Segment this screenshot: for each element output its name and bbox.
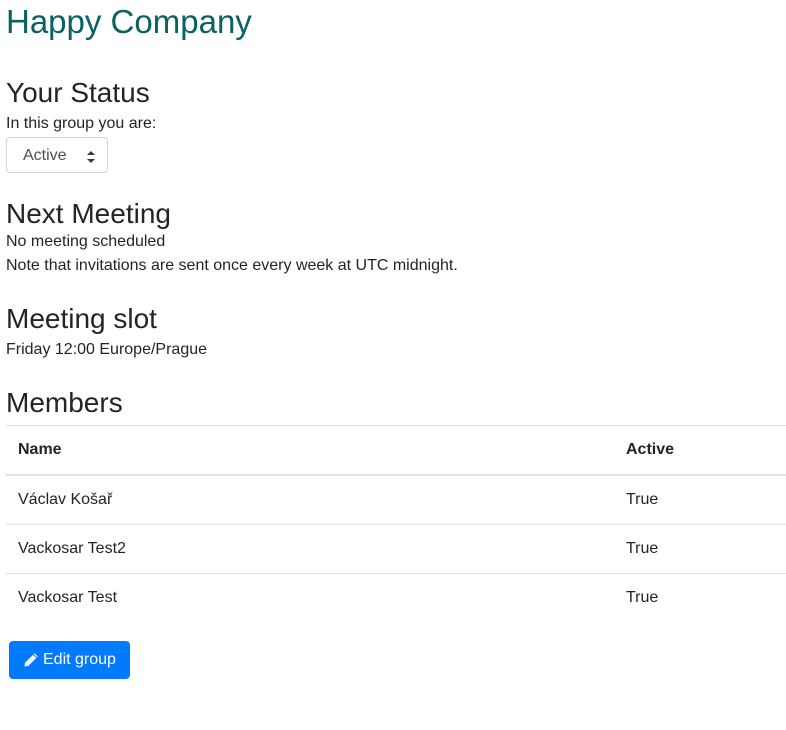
member-name: Vackosar Test bbox=[18, 589, 118, 607]
members-heading: Members bbox=[6, 386, 123, 418]
pencil-icon bbox=[23, 652, 39, 668]
meeting-slot-section: Meeting slot Friday 12:00 Europe/Prague bbox=[6, 302, 786, 362]
meeting-slot-heading: Meeting slot bbox=[6, 303, 157, 335]
table-row: Václav Košař True bbox=[6, 475, 786, 526]
page-container: Happy Company Your Status In this group … bbox=[0, 0, 786, 680]
next-meeting-section: Next Meeting No meeting scheduled Note t… bbox=[6, 197, 786, 279]
column-header-name: Name bbox=[6, 425, 614, 477]
edit-group-label: Edit group bbox=[43, 651, 116, 669]
chevron-up-down-icon bbox=[87, 148, 95, 163]
status-select-value: Active bbox=[23, 146, 67, 164]
status-select[interactable]: Active bbox=[6, 136, 108, 173]
column-header-active: Active bbox=[614, 425, 786, 477]
members-table: Name Active Václav Košař True Vackosar T… bbox=[6, 425, 786, 622]
table-row: Vackosar Test2 True bbox=[6, 524, 786, 575]
invitation-note: Note that invitations are sent once ever… bbox=[6, 257, 458, 275]
table-header-row: Name Active bbox=[6, 425, 786, 477]
status-section: Your Status In this group you are: Activ… bbox=[6, 76, 786, 173]
member-name: Václav Košař bbox=[6, 475, 614, 526]
members-section: Members Name Active Václav Košař True Va… bbox=[6, 386, 786, 623]
member-name: Vackosar Test2 bbox=[6, 524, 614, 575]
company-title: Happy Company bbox=[6, 3, 252, 40]
status-label: In this group you are: bbox=[6, 114, 157, 132]
meeting-slot-value: Friday 12:00 Europe/Prague bbox=[6, 340, 208, 358]
status-heading: Your Status bbox=[6, 77, 150, 108]
member-active: True bbox=[614, 475, 786, 526]
edit-group-button[interactable]: Edit group bbox=[9, 641, 130, 680]
table-row: Vackosar Test True bbox=[6, 574, 786, 623]
member-active: True bbox=[614, 524, 786, 575]
next-meeting-message: No meeting scheduled bbox=[6, 233, 166, 251]
member-active: True bbox=[626, 589, 659, 607]
next-meeting-heading: Next Meeting bbox=[6, 197, 171, 229]
